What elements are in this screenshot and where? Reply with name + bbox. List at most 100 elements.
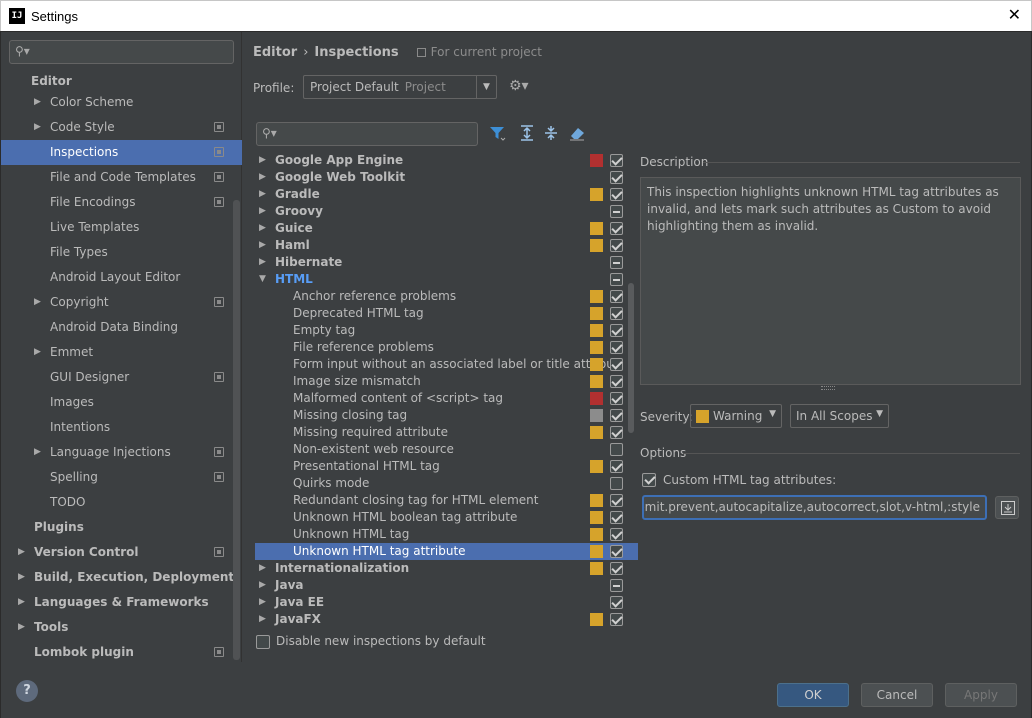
inspection-search-input[interactable]: ⚲▾ — [256, 122, 478, 146]
inspection-enabled-checkbox[interactable] — [610, 494, 623, 507]
inspection-item[interactable]: Presentational HTML tag — [255, 458, 638, 475]
inspection-group[interactable]: ▶ Haml — [255, 237, 638, 254]
sidebar-item-copyright[interactable]: ▶ Copyright — [1, 290, 242, 315]
inspection-enabled-checkbox[interactable] — [610, 307, 623, 320]
sidebar-item-build-execution-deployment[interactable]: ▶ Build, Execution, Deployment — [1, 565, 242, 590]
inspection-enabled-checkbox[interactable] — [610, 188, 623, 201]
inspection-enabled-checkbox[interactable] — [610, 477, 623, 490]
expand-arrow-icon[interactable]: ▶ — [259, 577, 266, 594]
expand-arrow-icon[interactable]: ▶ — [259, 560, 266, 577]
inspection-item[interactable]: Unknown HTML tag — [255, 526, 638, 543]
expand-arrow-icon[interactable]: ▶ — [259, 237, 266, 254]
inspection-enabled-checkbox[interactable] — [610, 443, 623, 456]
expand-arrow-icon[interactable]: ▶ — [259, 203, 266, 220]
sidebar-item-color-scheme[interactable]: ▶ Color Scheme — [1, 90, 242, 115]
sidebar-item-editor[interactable]: Editor — [1, 72, 242, 90]
inspection-group[interactable]: ▶ Gradle — [255, 186, 638, 203]
sidebar-item-images[interactable]: Images — [1, 390, 242, 415]
sidebar-item-todo[interactable]: TODO — [1, 490, 242, 515]
sidebar-item-inspections[interactable]: Inspections — [1, 140, 242, 165]
inspection-enabled-checkbox[interactable] — [610, 579, 623, 592]
inspection-enabled-checkbox[interactable] — [610, 545, 623, 558]
inspection-enabled-checkbox[interactable] — [610, 239, 623, 252]
expand-arrow-icon[interactable]: ▶ — [34, 440, 41, 465]
expand-arrow-icon[interactable]: ▶ — [259, 254, 266, 271]
inspection-enabled-checkbox[interactable] — [610, 528, 623, 541]
inspection-group[interactable]: ▶ Google App Engine — [255, 152, 638, 169]
checkbox-box[interactable] — [642, 473, 656, 487]
expand-field-button[interactable] — [995, 496, 1019, 519]
gear-icon[interactable]: ⚙▾ — [509, 78, 529, 94]
collapse-all-icon[interactable] — [542, 124, 560, 142]
inspection-group[interactable]: ▶ Google Web Toolkit — [255, 169, 638, 186]
inspection-enabled-checkbox[interactable] — [610, 562, 623, 575]
inspection-enabled-checkbox[interactable] — [610, 409, 623, 422]
expand-arrow-icon[interactable]: ▶ — [34, 290, 41, 315]
sidebar-item-version-control[interactable]: ▶ Version Control — [1, 540, 242, 565]
expand-arrow-icon[interactable]: ▶ — [18, 615, 25, 640]
inspection-enabled-checkbox[interactable] — [610, 222, 623, 235]
checkbox-box[interactable] — [256, 635, 270, 649]
inspection-group[interactable]: ▶ Guice — [255, 220, 638, 237]
inspection-enabled-checkbox[interactable] — [610, 154, 623, 167]
reset-eraser-icon[interactable] — [568, 124, 586, 142]
expand-arrow-icon[interactable]: ▶ — [34, 115, 41, 140]
inspection-group[interactable]: ▶ JavaFX — [255, 611, 638, 628]
expand-arrow-icon[interactable]: ▶ — [18, 590, 25, 615]
sidebar-scrollbar[interactable] — [233, 200, 240, 660]
inspection-item[interactable]: Empty tag — [255, 322, 638, 339]
expand-arrow-icon[interactable]: ▶ — [259, 186, 266, 203]
cancel-button[interactable]: Cancel — [861, 683, 933, 707]
sidebar-item-emmet[interactable]: ▶ Emmet — [1, 340, 242, 365]
inspection-item[interactable]: Missing closing tag — [255, 407, 638, 424]
inspection-enabled-checkbox[interactable] — [610, 511, 623, 524]
inspection-item[interactable]: Anchor reference problems — [255, 288, 638, 305]
inspection-group[interactable]: ▶ Hibernate — [255, 254, 638, 271]
sidebar-item-language-injections[interactable]: ▶ Language Injections — [1, 440, 242, 465]
sidebar-item-android-layout-editor[interactable]: Android Layout Editor — [1, 265, 242, 290]
sidebar-item-plugins[interactable]: Plugins — [1, 515, 242, 540]
inspection-item[interactable]: Missing required attribute — [255, 424, 638, 441]
breadcrumb-editor[interactable]: Editor — [253, 45, 297, 60]
help-button[interactable]: ? — [16, 680, 38, 702]
inspection-enabled-checkbox[interactable] — [610, 273, 623, 286]
inspection-enabled-checkbox[interactable] — [610, 205, 623, 218]
inspection-enabled-checkbox[interactable] — [610, 375, 623, 388]
inspection-item[interactable]: Deprecated HTML tag — [255, 305, 638, 322]
sidebar-item-intentions[interactable]: Intentions — [1, 415, 242, 440]
sidebar-item-tools[interactable]: ▶ Tools — [1, 615, 242, 640]
inspection-item[interactable]: File reference problems — [255, 339, 638, 356]
close-button[interactable]: ✕ — [1008, 5, 1021, 24]
inspection-enabled-checkbox[interactable] — [610, 256, 623, 269]
inspection-item[interactable]: Form input without an associated label o… — [255, 356, 638, 373]
sidebar-item-code-style[interactable]: ▶ Code Style — [1, 115, 242, 140]
collapse-arrow-icon[interactable]: ▼ — [259, 271, 266, 288]
sidebar-item-android-data-binding[interactable]: Android Data Binding — [1, 315, 242, 340]
inspection-enabled-checkbox[interactable] — [610, 596, 623, 609]
inspection-group[interactable]: ▶ Internationalization — [255, 560, 638, 577]
expand-arrow-icon[interactable]: ▶ — [34, 340, 41, 365]
expand-arrow-icon[interactable]: ▶ — [259, 220, 266, 237]
expand-arrow-icon[interactable]: ▶ — [259, 152, 266, 169]
sidebar-item-languages-frameworks[interactable]: ▶ Languages & Frameworks — [1, 590, 242, 615]
inspection-item[interactable]: Unknown HTML boolean tag attribute — [255, 509, 638, 526]
inspection-enabled-checkbox[interactable] — [610, 324, 623, 337]
inspection-enabled-checkbox[interactable] — [610, 171, 623, 184]
inspection-enabled-checkbox[interactable] — [610, 613, 623, 626]
inspection-group[interactable]: ▶ Groovy — [255, 203, 638, 220]
inspection-group[interactable]: ▶ Java EE — [255, 594, 638, 611]
custom-attributes-input[interactable]: ı,@submit.prevent,autocapitalize,autocor… — [642, 495, 987, 520]
expand-arrow-icon[interactable]: ▶ — [259, 169, 266, 186]
inspection-item[interactable]: Image size mismatch — [255, 373, 638, 390]
inspection-enabled-checkbox[interactable] — [610, 290, 623, 303]
inspection-enabled-checkbox[interactable] — [610, 426, 623, 439]
ok-button[interactable]: OK — [777, 683, 849, 707]
apply-button[interactable]: Apply — [945, 683, 1017, 707]
inspection-enabled-checkbox[interactable] — [610, 392, 623, 405]
severity-dropdown[interactable]: Warning ▼ — [690, 404, 782, 428]
inspection-enabled-checkbox[interactable] — [610, 460, 623, 473]
expand-arrow-icon[interactable]: ▶ — [18, 565, 25, 590]
inspection-item[interactable]: Malformed content of <script> tag — [255, 390, 638, 407]
inspection-item[interactable]: Unknown HTML tag attribute — [255, 543, 638, 560]
inspection-item[interactable]: Quirks mode — [255, 475, 638, 492]
